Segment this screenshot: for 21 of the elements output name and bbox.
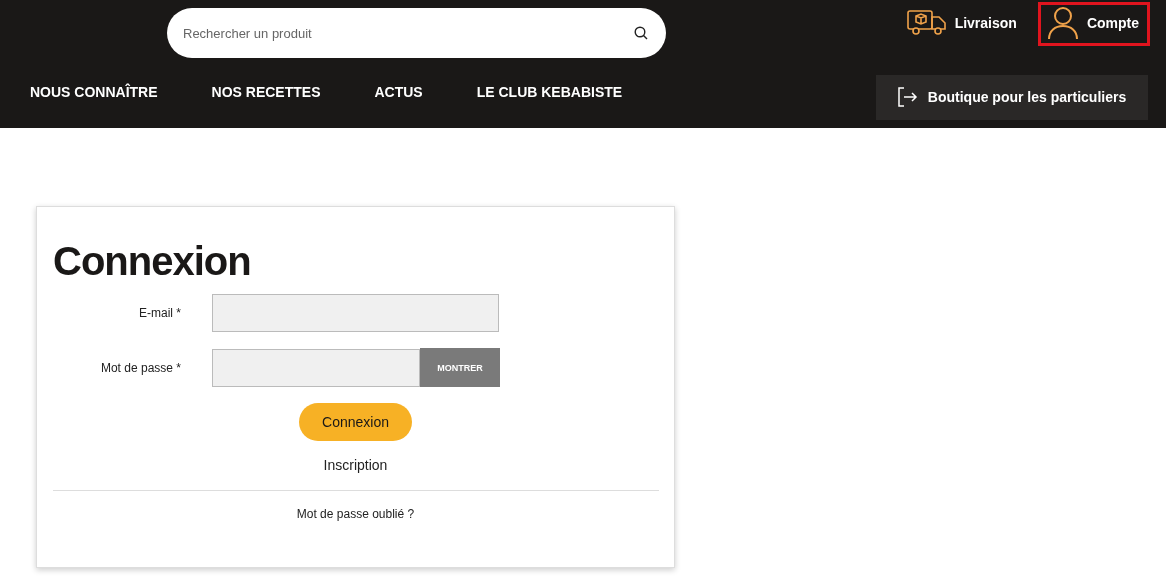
email-field[interactable] [212, 294, 499, 332]
field-label: Mot de passe * [99, 360, 181, 375]
nav-link[interactable]: ACTUS [374, 84, 423, 100]
login-title: Connexion [53, 239, 252, 284]
search-icon [634, 26, 648, 40]
field-label: E-mail * [138, 306, 181, 320]
user-icon [1046, 6, 1079, 40]
forgot-password-link[interactable]: Mot de passe oublié ? [296, 507, 415, 521]
login-button[interactable]: Connexion [299, 403, 412, 441]
search-field[interactable]: Rechercher un produit [167, 8, 666, 58]
shop-button[interactable]: Boutique pour les particuliers [876, 74, 1148, 120]
show-password-button[interactable]: MONTRER [420, 348, 500, 387]
nav-link[interactable]: LE CLUB KEBABISTE [476, 84, 623, 100]
nav-link[interactable]: NOUS CONNAÎTRE [30, 84, 158, 100]
exit-icon [897, 87, 918, 107]
header-link[interactable]: Compte [1037, 2, 1150, 46]
header-link[interactable]: Livraison [897, 2, 1028, 46]
truck-icon [906, 10, 947, 36]
password-field[interactable] [212, 348, 420, 387]
register-link[interactable]: Inscription [323, 457, 388, 473]
nav-link[interactable]: NOS RECETTES [211, 84, 321, 100]
